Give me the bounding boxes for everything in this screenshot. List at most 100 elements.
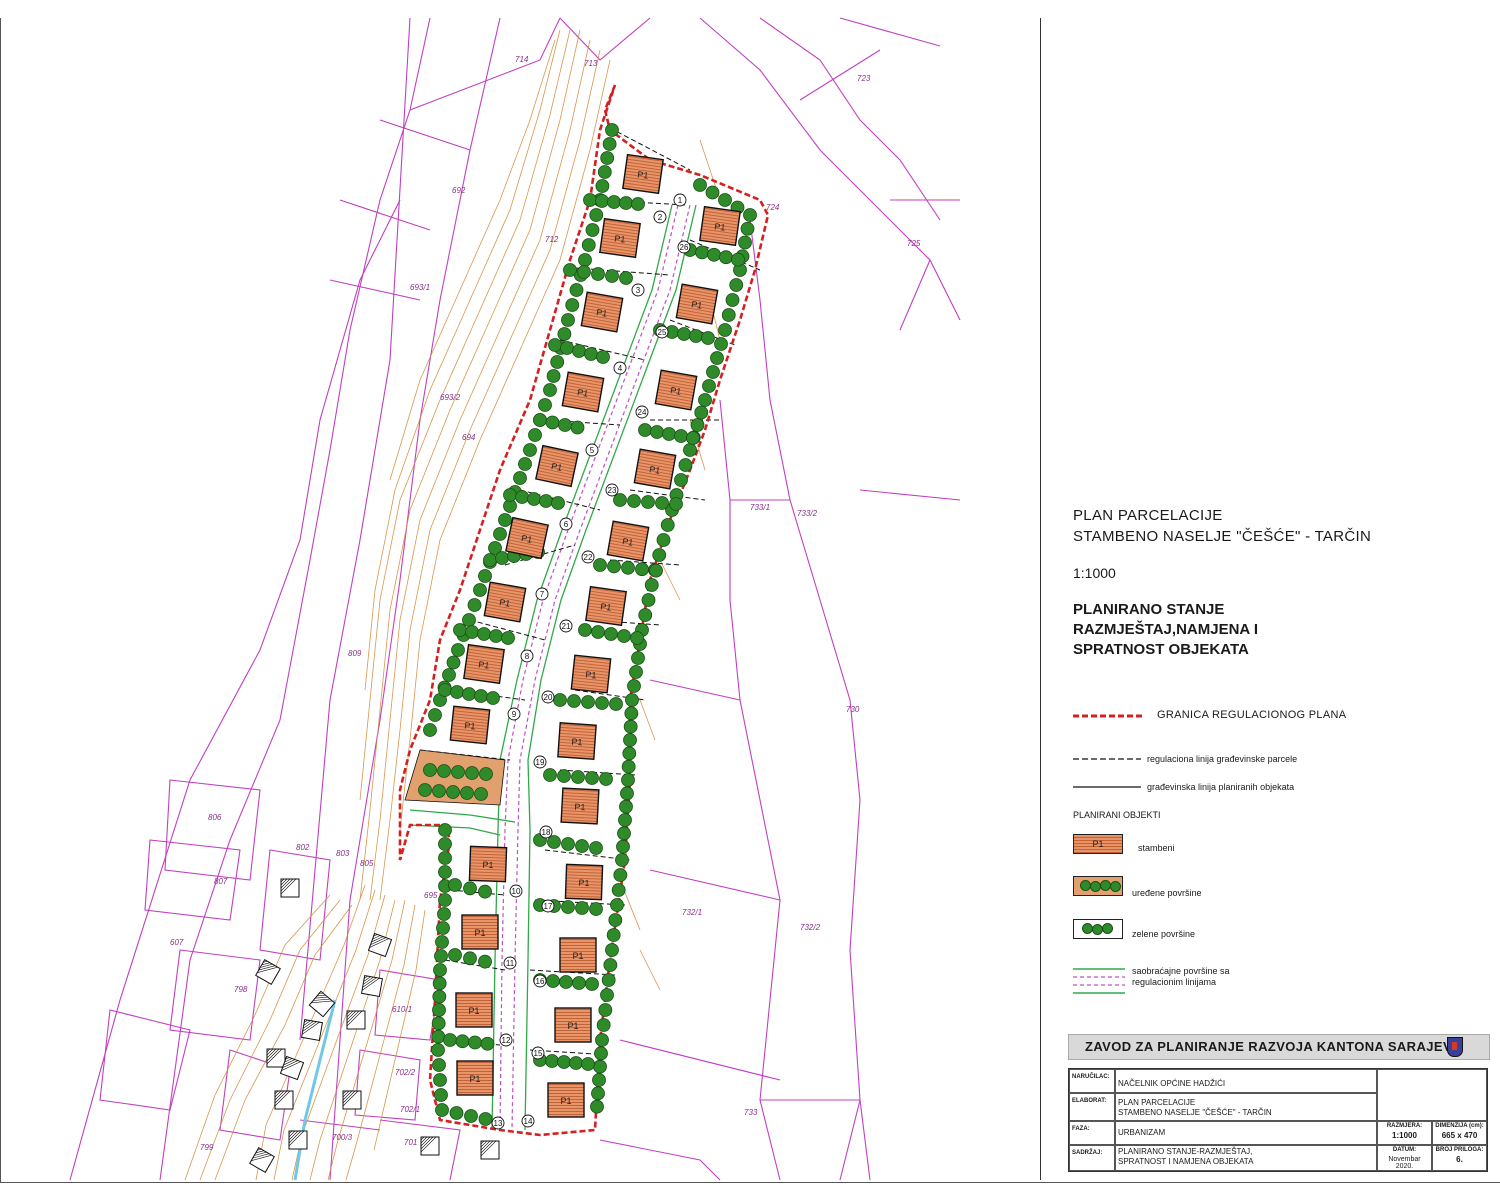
tree (575, 901, 589, 915)
building-label: P1 (567, 1021, 578, 1031)
razmjera-cell: RAZMJERA: 1:1000 (1377, 1121, 1432, 1145)
tree (683, 443, 697, 457)
tree (528, 428, 542, 442)
lot-number-marker: 11 (503, 956, 517, 970)
building-label: P1 (649, 464, 662, 476)
tree (449, 1106, 464, 1120)
tree (601, 973, 616, 987)
lot-number-marker: 26 (677, 240, 691, 254)
parcel-number-label: 805 (360, 859, 374, 868)
lot-number: 11 (506, 959, 515, 968)
tree (560, 341, 574, 355)
tree (462, 613, 476, 627)
tree (498, 513, 512, 527)
residential-building: P1 (547, 1082, 585, 1118)
tree (515, 490, 529, 504)
lot-number-marker: 17 (541, 899, 555, 913)
tree (435, 935, 449, 949)
tree (677, 327, 691, 341)
legend-residential-label: stambeni (1138, 843, 1175, 853)
existing-building (274, 1090, 294, 1110)
parcel-number-label: 723 (857, 74, 871, 83)
elaborat-cell: PLAN PARCELACIJE STAMBENO NASELJE "ČEŠĆE… (1115, 1093, 1377, 1121)
tree (453, 623, 467, 637)
tree (478, 1112, 493, 1126)
tree (561, 313, 575, 327)
tree (548, 338, 562, 352)
building-label: P1 (577, 387, 590, 399)
info-table: NARUČILAC: NAČELNIK OPĆINE HADŽIĆI ELABO… (1068, 1068, 1488, 1172)
tree (493, 527, 507, 541)
elaborat-label-cell: ELABORAT: (1069, 1093, 1115, 1121)
tree (596, 350, 610, 364)
lot-number-marker: 25 (655, 325, 669, 339)
existing-building (367, 932, 393, 958)
existing-building (342, 1090, 362, 1110)
tree (619, 196, 633, 210)
building-label: P1 (571, 737, 583, 748)
building-label: P1 (478, 659, 490, 670)
tree (621, 759, 636, 774)
narucilac-label-cell: NARUČILAC: (1069, 1069, 1115, 1093)
tree (593, 558, 607, 572)
tree (569, 1056, 583, 1070)
lot-number-marker: 15 (531, 1046, 545, 1060)
residential-building: P1 (456, 1060, 494, 1096)
legend-building-line-label: građevinska linija planiranih objekata (1147, 782, 1295, 792)
residential-building: P1 (463, 643, 505, 685)
lot-number-marker: 14 (521, 1114, 535, 1128)
existing-building (266, 1048, 286, 1068)
parcel-number-label: 607 (170, 938, 184, 947)
lot-number: 16 (536, 977, 545, 986)
parcel-number-label: 692 (452, 186, 466, 195)
tree (575, 839, 589, 853)
building-label: P1 (464, 720, 476, 731)
parcel-number-label: 701 (404, 1138, 417, 1147)
tree (432, 989, 447, 1004)
residential-building: P1 (599, 217, 641, 259)
existing-building (360, 974, 384, 998)
parcel-number-label: 803 (336, 849, 350, 858)
tree (623, 733, 637, 747)
tree (607, 559, 621, 574)
tree (615, 853, 629, 867)
lot-number: 15 (534, 1049, 543, 1058)
legend-building-line-symbol (1073, 786, 1141, 788)
tree (463, 881, 477, 896)
tree (572, 344, 586, 358)
tree (438, 823, 452, 837)
tree (621, 560, 635, 575)
legend-parcel-line-symbol (1073, 758, 1141, 760)
tree (738, 235, 752, 250)
tree (592, 1073, 606, 1087)
tree (567, 694, 581, 708)
tree (631, 651, 645, 665)
residential-building: P1 (654, 369, 698, 411)
tree (557, 327, 572, 341)
plan-title: PLAN PARCELACIJE STAMBENO NASELJE "ČEŠĆE… (1073, 505, 1371, 547)
existing-building (280, 878, 300, 898)
tree (618, 813, 632, 827)
legend-traffic-line1: saobraćajne površine sa (1132, 966, 1230, 976)
lot-number: 21 (562, 622, 571, 631)
building-label: P1 (482, 860, 493, 870)
tree (460, 786, 474, 800)
tree (620, 786, 634, 801)
tree (578, 623, 592, 637)
tree (701, 331, 715, 345)
tree (743, 208, 757, 222)
parcel-number-label: 799 (200, 1143, 214, 1152)
sadrzaj-cell: PLANIRANO STANJE-RAZMJEŠTAJ, SPRATNOST I… (1115, 1145, 1377, 1171)
tree (585, 223, 600, 237)
lot-number-marker: 20 (541, 690, 555, 704)
parcel-number-label: 693/2 (440, 393, 461, 402)
tree (434, 949, 448, 963)
residential-building: P1 (559, 937, 597, 973)
lot-number-marker: 24 (635, 405, 649, 419)
tree (428, 708, 442, 722)
tree (595, 1033, 609, 1047)
tree (600, 151, 615, 165)
tree (438, 683, 452, 697)
tree (606, 928, 621, 942)
lot-number: 23 (608, 486, 617, 495)
